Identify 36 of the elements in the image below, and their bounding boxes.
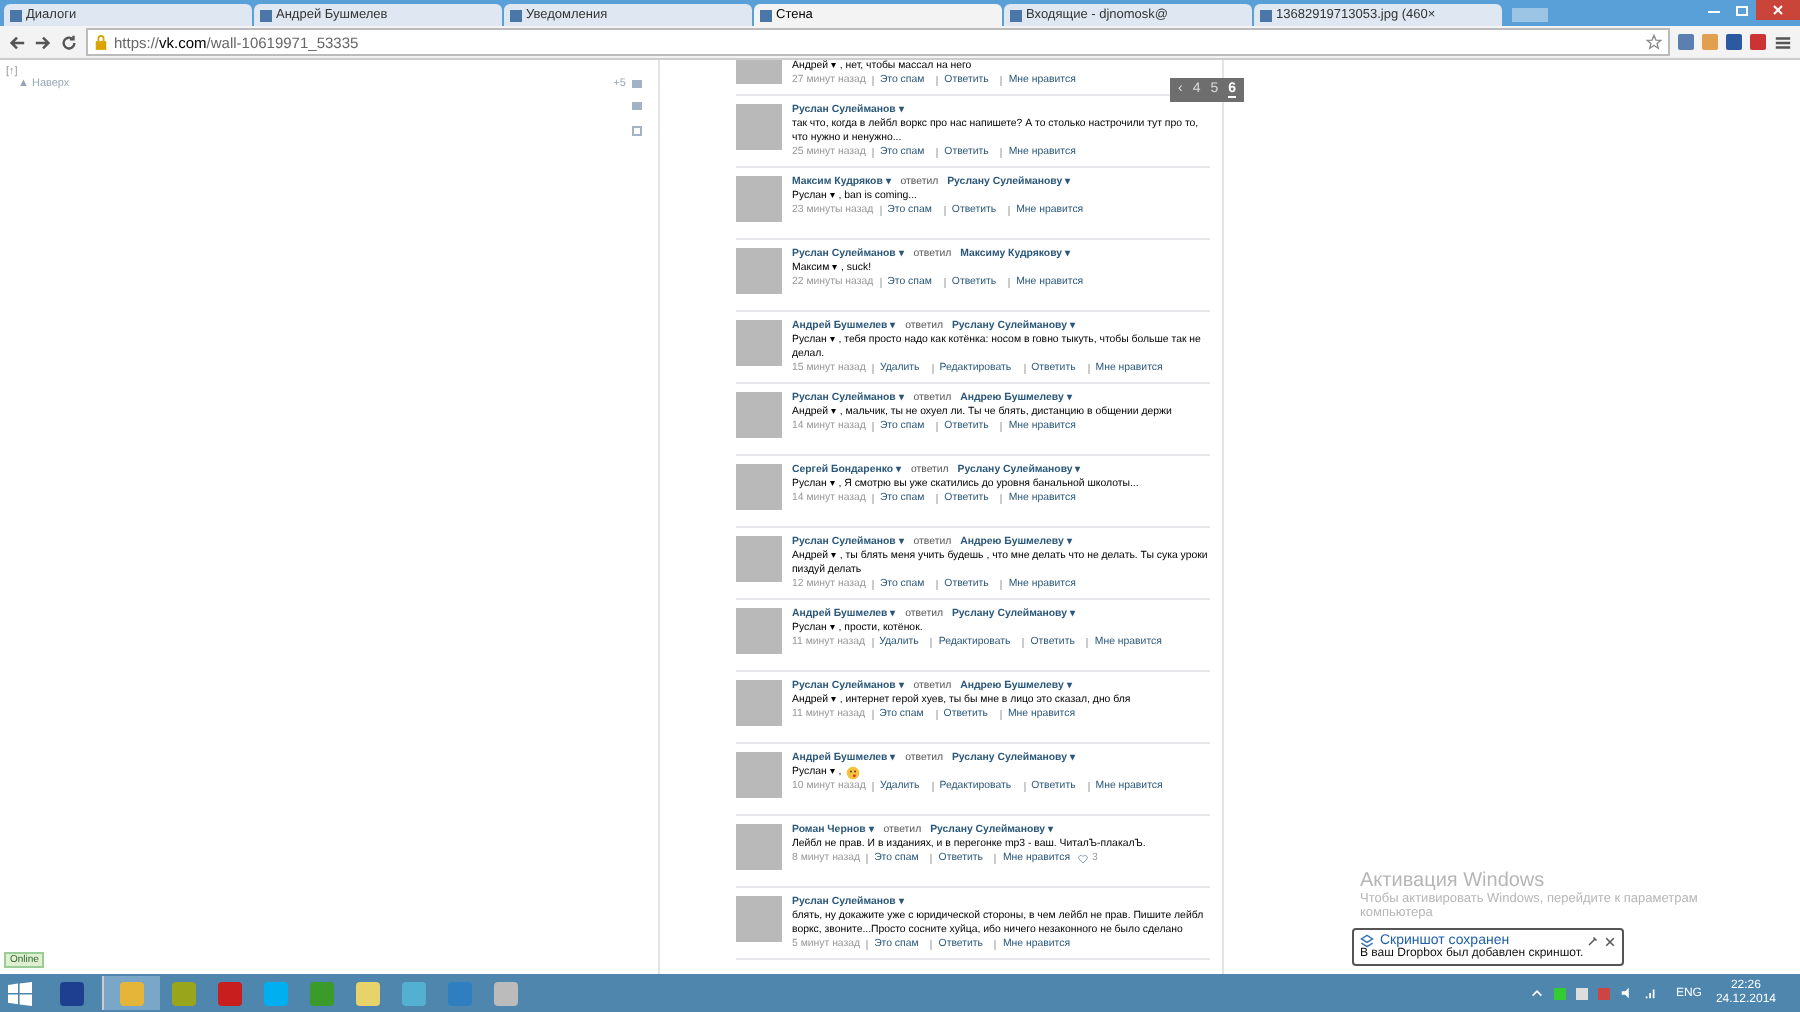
- avatar-photo-placeholder[interactable]: [736, 536, 782, 582]
- dropbox-icon: [1360, 934, 1374, 948]
- avatar-photo-placeholder[interactable]: [736, 752, 782, 798]
- avatar-photo-placeholder[interactable]: [736, 824, 782, 870]
- avatar-photo-placeholder[interactable]: [736, 104, 782, 150]
- avatar-photo-placeholder[interactable]: [736, 248, 782, 294]
- tab-favicon-icon: [760, 9, 772, 21]
- activation-title: Активация Windows: [1360, 870, 1547, 892]
- forward-icon[interactable]: [34, 33, 52, 51]
- reload-icon[interactable]: [60, 33, 78, 51]
- avatar-photo-placeholder[interactable]: [736, 608, 782, 654]
- avatar-photo-placeholder[interactable]: [736, 176, 782, 222]
- avatar-photo-placeholder[interactable]: [736, 320, 782, 366]
- volume-icon[interactable]: [1619, 986, 1634, 1000]
- signal-icon[interactable]: [1643, 986, 1658, 1000]
- tab-favicon-icon: [10, 9, 22, 21]
- heart-icon[interactable]: [1078, 854, 1089, 864]
- close-icon[interactable]: [1604, 935, 1616, 947]
- avatar-photo-placeholder[interactable]: [736, 392, 782, 438]
- menu-icon[interactable]: [1774, 33, 1792, 51]
- tab-favicon-icon: [1260, 9, 1272, 21]
- avatar-photo-placeholder[interactable]: [736, 464, 782, 510]
- lock-icon: [94, 34, 108, 50]
- avatar-photo-placeholder[interactable]: [736, 60, 782, 84]
- tab-favicon-icon: [1010, 9, 1022, 21]
- tab-favicon-icon: [510, 9, 522, 21]
- square-icon[interactable]: [632, 126, 642, 136]
- tab-favicon-icon: [260, 9, 272, 21]
- pin-icon[interactable]: [1586, 935, 1598, 947]
- new-tab-button[interactable]: [1512, 8, 1548, 22]
- avatar-photo-placeholder[interactable]: [736, 680, 782, 726]
- avatar-photo-placeholder[interactable]: [736, 896, 782, 942]
- bookmark-star-icon[interactable]: [1646, 34, 1662, 50]
- back-icon[interactable]: [8, 33, 26, 51]
- windows-start-icon[interactable]: [8, 981, 32, 1005]
- close-icon[interactable]: [1756, 0, 1800, 20]
